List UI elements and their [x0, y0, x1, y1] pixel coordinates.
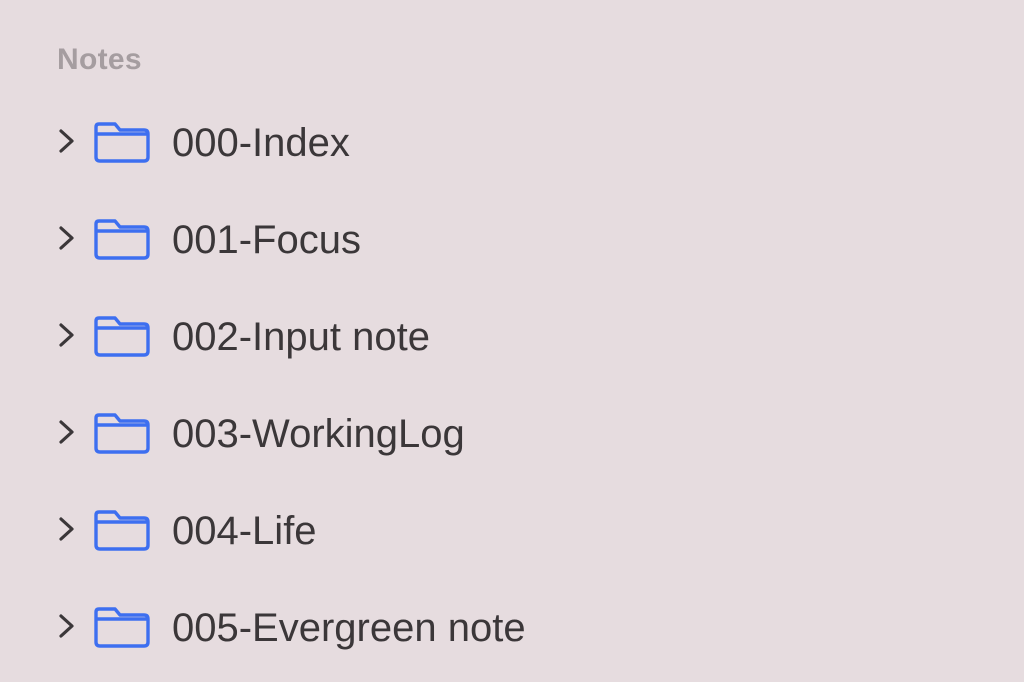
- chevron-right-icon[interactable]: [56, 514, 78, 544]
- folder-label: 001-Focus: [172, 218, 361, 262]
- folder-icon: [94, 316, 150, 357]
- folder-label: 002-Input note: [172, 315, 430, 359]
- notes-sidebar: Notes 000-Index 001-Focus 002-Input note…: [0, 0, 1024, 682]
- folder-row-002-input-note[interactable]: 002-Input note: [0, 291, 1024, 388]
- folder-icon: [94, 413, 150, 454]
- chevron-right-icon[interactable]: [56, 611, 78, 641]
- folder-icon: [94, 607, 150, 648]
- folder-row-005-evergreen-note[interactable]: 005-Evergreen note: [0, 582, 1024, 679]
- folder-icon: [94, 510, 150, 551]
- folder-label: 005-Evergreen note: [172, 606, 526, 650]
- folder-icon: [94, 219, 150, 260]
- chevron-right-icon[interactable]: [56, 223, 78, 253]
- folder-row-004-life[interactable]: 004-Life: [0, 485, 1024, 582]
- folder-label: 000-Index: [172, 121, 350, 165]
- chevron-right-icon[interactable]: [56, 417, 78, 447]
- folder-list: 000-Index 001-Focus 002-Input note 003-W…: [0, 97, 1024, 679]
- folder-row-003-workinglog[interactable]: 003-WorkingLog: [0, 388, 1024, 485]
- folder-icon: [94, 122, 150, 163]
- folder-label: 003-WorkingLog: [172, 412, 465, 456]
- folder-label: 004-Life: [172, 509, 317, 553]
- folder-row-001-focus[interactable]: 001-Focus: [0, 194, 1024, 291]
- chevron-right-icon[interactable]: [56, 320, 78, 350]
- section-header-notes[interactable]: Notes: [57, 42, 142, 78]
- chevron-right-icon[interactable]: [56, 126, 78, 156]
- folder-row-000-index[interactable]: 000-Index: [0, 97, 1024, 194]
